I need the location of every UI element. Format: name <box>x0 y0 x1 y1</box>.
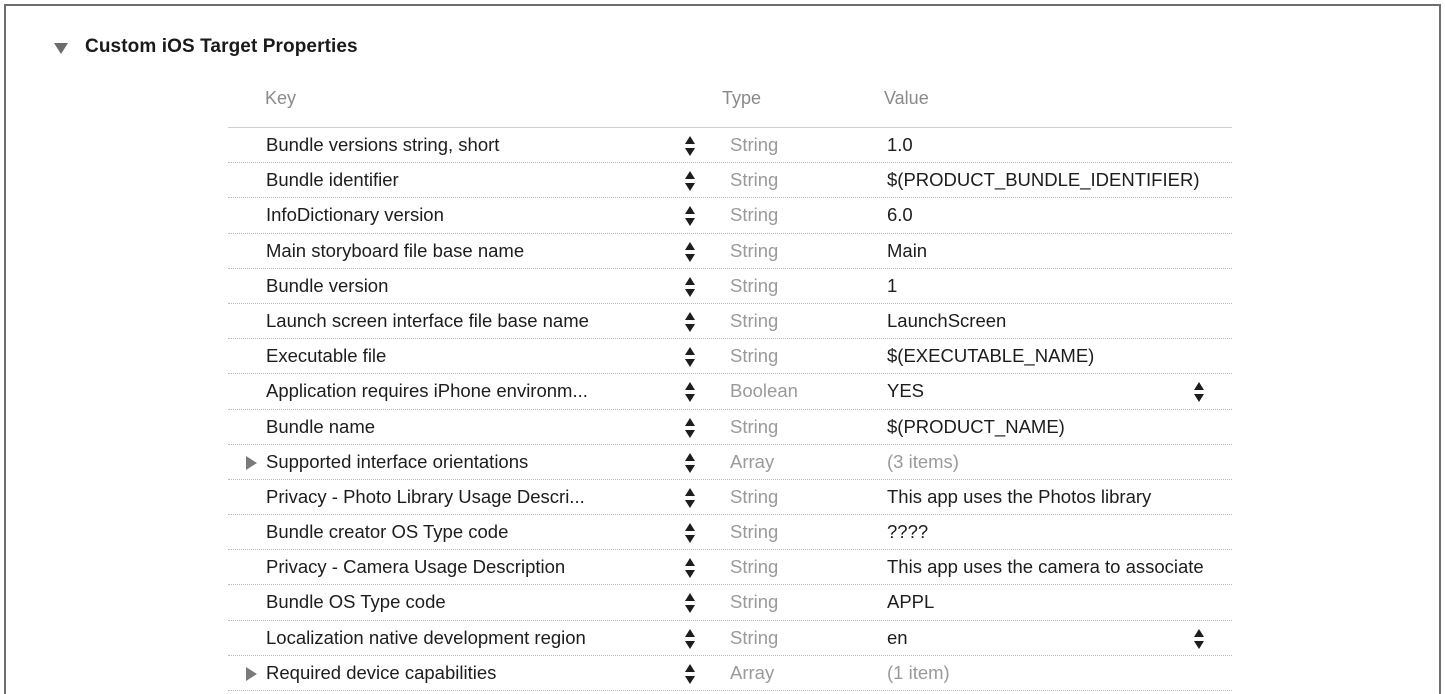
row-value[interactable]: $(PRODUCT_NAME) <box>887 416 1232 438</box>
row-key[interactable]: Bundle OS Type code <box>266 591 674 613</box>
row-type[interactable]: String <box>730 134 778 156</box>
table-row[interactable]: Supported interface orientations Array (3 … <box>228 445 1232 480</box>
value-popup-stepper-icon[interactable] <box>1194 628 1204 650</box>
row-type[interactable]: String <box>730 204 778 226</box>
row-key[interactable]: Main storyboard file base name <box>266 240 674 262</box>
table-row[interactable]: Bundle creator OS Type code String???? <box>228 515 1232 551</box>
row-value[interactable]: APPL <box>887 591 1232 613</box>
table-row[interactable]: Bundle identifier String $(PRODUCT_BUNDLE_… <box>228 163 1232 199</box>
table-row[interactable]: Required device capabilities Array (1 item… <box>228 656 1232 691</box>
table-row[interactable]: Launch screen interface file base name St… <box>228 304 1232 340</box>
disclosure-triangle-right-icon[interactable] <box>246 666 257 681</box>
key-popup-stepper-icon[interactable] <box>685 276 695 298</box>
row-value[interactable]: $(PRODUCT_BUNDLE_IDENTIFIER) <box>887 169 1232 191</box>
row-value[interactable]: (3 items) <box>887 451 1232 473</box>
column-headers: Key Type Value <box>228 84 1232 116</box>
row-type[interactable]: String <box>730 169 778 191</box>
row-type[interactable]: String <box>730 556 778 578</box>
row-value[interactable]: LaunchScreen <box>887 310 1232 332</box>
row-value[interactable]: en <box>887 627 1232 649</box>
key-popup-stepper-icon[interactable] <box>685 592 695 614</box>
row-type[interactable]: String <box>730 240 778 262</box>
key-popup-stepper-icon[interactable] <box>685 346 695 368</box>
row-key[interactable]: Bundle identifier <box>266 169 674 191</box>
column-header-type[interactable]: Type <box>722 88 761 109</box>
property-list-table: Bundle versions string, short String 1.0 Bu… <box>228 127 1232 691</box>
row-type[interactable]: String <box>730 627 778 649</box>
table-row[interactable]: Bundle name String $(PRODUCT_NAME) <box>228 410 1232 445</box>
key-popup-stepper-icon[interactable] <box>685 628 695 650</box>
row-value[interactable]: YES <box>887 380 1232 402</box>
table-row[interactable]: Application requires iPhone environm... B… <box>228 374 1232 410</box>
table-row[interactable]: Privacy - Camera Usage Description String… <box>228 550 1232 586</box>
key-popup-stepper-icon[interactable] <box>685 557 695 579</box>
row-key[interactable]: InfoDictionary version <box>266 204 674 226</box>
disclosure-triangle-down-icon[interactable] <box>54 42 68 54</box>
row-key[interactable]: Bundle creator OS Type code <box>266 521 674 543</box>
row-value[interactable]: 1.0 <box>887 134 1232 156</box>
key-popup-stepper-icon[interactable] <box>685 311 695 333</box>
table-row[interactable]: Main storyboard file base name String Main <box>228 234 1232 269</box>
table-row[interactable]: Bundle version String 1 <box>228 269 1232 304</box>
row-key[interactable]: Privacy - Camera Usage Description <box>266 556 674 578</box>
key-popup-stepper-icon[interactable] <box>685 205 695 227</box>
row-type[interactable]: String <box>730 275 778 297</box>
row-value[interactable]: ???? <box>887 521 1232 543</box>
row-value[interactable]: 1 <box>887 275 1232 297</box>
key-popup-stepper-icon[interactable] <box>685 241 695 263</box>
row-key[interactable]: Bundle versions string, short <box>266 134 674 156</box>
row-key[interactable]: Application requires iPhone environm... <box>266 380 674 402</box>
row-type[interactable]: String <box>730 591 778 613</box>
row-value[interactable]: This app uses the Photos library <box>887 486 1232 508</box>
section-header-custom-ios-target-properties[interactable]: Custom iOS Target Properties <box>54 34 358 60</box>
table-row[interactable]: Privacy - Photo Library Usage Descri... S… <box>228 480 1232 516</box>
table-row[interactable]: Bundle versions string, short String 1.0 <box>228 128 1232 164</box>
row-type[interactable]: String <box>730 416 778 438</box>
column-header-key[interactable]: Key <box>265 88 296 109</box>
row-key[interactable]: Privacy - Photo Library Usage Descri... <box>266 486 674 508</box>
section-title: Custom iOS Target Properties <box>85 36 358 57</box>
row-type[interactable]: String <box>730 310 778 332</box>
key-popup-stepper-icon[interactable] <box>685 663 695 685</box>
row-type[interactable]: String <box>730 345 778 367</box>
row-key[interactable]: Bundle name <box>266 416 674 438</box>
table-row[interactable]: Localization native development region St… <box>228 621 1232 656</box>
row-value[interactable]: (1 item) <box>887 662 1232 684</box>
row-key[interactable]: Supported interface orientations <box>266 451 674 473</box>
key-popup-stepper-icon[interactable] <box>685 417 695 439</box>
row-key[interactable]: Executable file <box>266 345 674 367</box>
key-popup-stepper-icon[interactable] <box>685 522 695 544</box>
row-key[interactable]: Localization native development region <box>266 627 674 649</box>
row-key[interactable]: Launch screen interface file base name <box>266 310 674 332</box>
row-key[interactable]: Required device capabilities <box>266 662 674 684</box>
row-type[interactable]: Boolean <box>730 380 798 402</box>
row-type[interactable]: Array <box>730 662 774 684</box>
disclosure-triangle-right-icon[interactable] <box>246 455 257 470</box>
key-popup-stepper-icon[interactable] <box>685 135 695 157</box>
row-type[interactable]: String <box>730 521 778 543</box>
key-popup-stepper-icon[interactable] <box>685 452 695 474</box>
key-popup-stepper-icon[interactable] <box>685 381 695 403</box>
row-key[interactable]: Bundle version <box>266 275 674 297</box>
row-type[interactable]: String <box>730 486 778 508</box>
key-popup-stepper-icon[interactable] <box>685 170 695 192</box>
table-row[interactable]: Bundle OS Type code String APPL <box>228 585 1232 621</box>
row-value[interactable]: $(EXECUTABLE_NAME) <box>887 345 1232 367</box>
table-row[interactable]: Executable file String $(EXECUTABLE_NAME) <box>228 339 1232 375</box>
column-header-value[interactable]: Value <box>884 88 929 109</box>
row-value[interactable]: 6.0 <box>887 204 1232 226</box>
row-value[interactable]: Main <box>887 240 1232 262</box>
row-type[interactable]: Array <box>730 451 774 473</box>
value-popup-stepper-icon[interactable] <box>1194 381 1204 403</box>
row-value[interactable]: This app uses the camera to associate <box>887 556 1232 578</box>
plist-editor-panel: Custom iOS Target Properties Key Type Va… <box>4 4 1441 694</box>
table-row[interactable]: InfoDictionary version String 6.0 <box>228 198 1232 234</box>
key-popup-stepper-icon[interactable] <box>685 487 695 509</box>
